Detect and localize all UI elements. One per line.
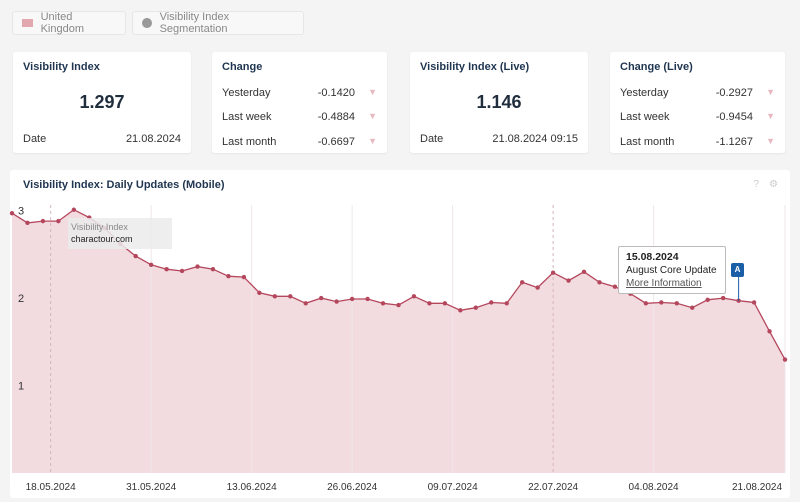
data-point	[411, 294, 417, 299]
data-point	[349, 296, 355, 302]
x-tick-label: 22.07.2024	[528, 482, 578, 493]
x-tick-label: 13.06.2024	[227, 482, 277, 493]
data-point	[9, 211, 15, 216]
data-point	[40, 218, 46, 224]
data-point	[56, 218, 61, 224]
data-point	[612, 284, 618, 289]
data-point	[473, 305, 478, 310]
data-point	[427, 301, 432, 306]
y-tick-label: 2	[18, 293, 24, 305]
data-point	[442, 301, 448, 306]
x-tick-label: 04.08.2024	[629, 482, 679, 493]
data-point	[380, 301, 386, 306]
x-tick-label: 21.08.2024	[732, 482, 782, 493]
data-point	[319, 295, 324, 301]
x-tick-label: 18.05.2024	[26, 482, 76, 493]
data-point	[489, 300, 494, 305]
data-point	[195, 264, 200, 269]
data-point	[148, 262, 154, 268]
data-point	[272, 294, 278, 299]
data-point	[643, 301, 649, 306]
data-point	[133, 253, 138, 259]
data-point	[303, 301, 308, 306]
y-tick-label: 3	[18, 206, 24, 218]
data-point	[751, 300, 757, 305]
data-point	[458, 308, 463, 313]
data-point	[674, 301, 679, 306]
data-point	[519, 280, 525, 285]
data-point	[288, 294, 293, 299]
data-point	[257, 290, 262, 296]
data-point	[71, 207, 77, 212]
annotation-marker[interactable]: A	[731, 263, 744, 277]
data-point	[210, 267, 216, 272]
data-point	[659, 300, 664, 305]
data-point	[767, 329, 772, 334]
data-point	[550, 270, 556, 275]
data-point	[597, 280, 602, 285]
data-point	[782, 357, 788, 362]
data-point	[25, 220, 30, 226]
data-point	[365, 296, 370, 302]
x-tick-label: 31.05.2024	[126, 482, 176, 493]
data-point	[535, 285, 540, 290]
data-point	[164, 267, 169, 272]
data-point	[396, 302, 401, 308]
x-tick-label: 09.07.2024	[428, 482, 478, 493]
data-point	[179, 268, 185, 274]
data-point	[241, 274, 247, 280]
data-point	[226, 274, 231, 279]
x-tick-label: 26.06.2024	[327, 482, 377, 493]
chart-legend: Visibility Index charactour.com	[68, 218, 172, 249]
data-point	[581, 269, 587, 275]
more-information-link[interactable]: More Information	[626, 278, 702, 289]
data-point	[504, 301, 509, 306]
data-point	[705, 297, 710, 303]
annotation-tooltip: 15.08.2024 August Core Update More Infor…	[618, 246, 726, 294]
data-point	[720, 295, 726, 301]
data-point	[690, 305, 695, 310]
data-point	[334, 299, 339, 304]
data-point	[566, 278, 571, 283]
y-tick-label: 1	[18, 381, 24, 393]
